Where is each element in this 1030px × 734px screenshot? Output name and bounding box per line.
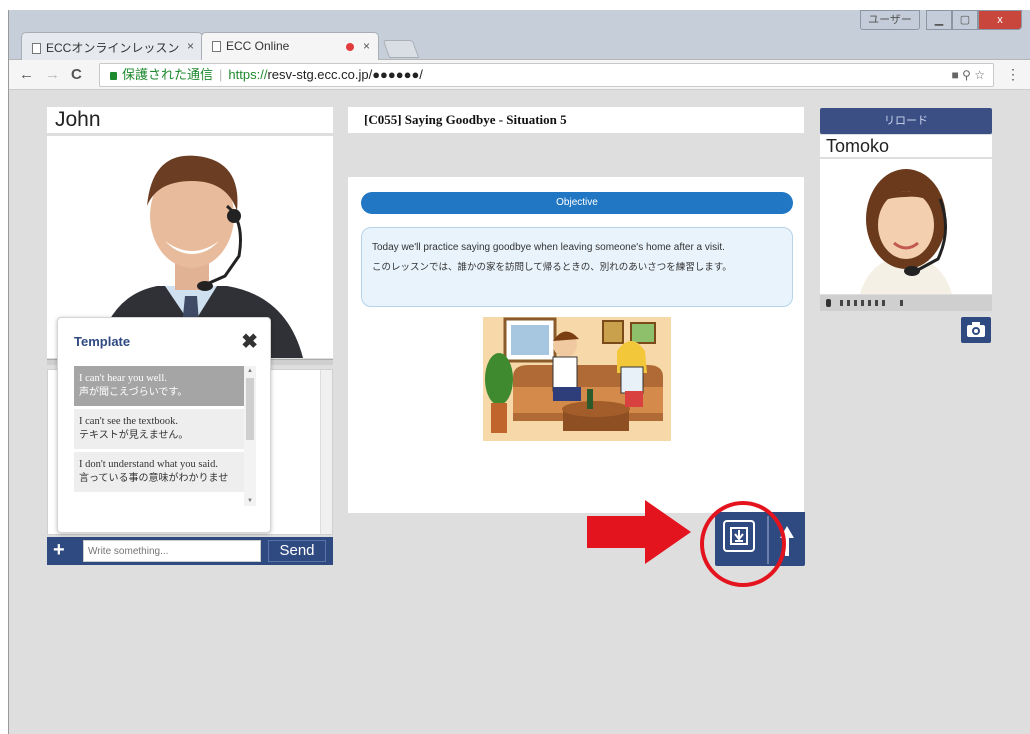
lesson-illustration (483, 317, 671, 441)
reload-button[interactable]: リロード (820, 108, 992, 134)
student-portrait (820, 159, 992, 294)
template-item-jp: 言っている事の意味がわかりませ (79, 473, 229, 484)
template-item[interactable]: I don't understand what you said. 言っている事… (74, 452, 244, 495)
secure-label: 保護された通信 (122, 67, 214, 82)
lesson-panel: Objective Today we'll practice saying go… (348, 177, 804, 513)
reload-icon[interactable]: C (71, 66, 82, 83)
forward-icon[interactable]: → (45, 66, 60, 83)
recording-icon (346, 43, 354, 51)
scroll-down-icon[interactable]: ▼ (247, 498, 253, 504)
template-item-jp: テキストが見えません。 (79, 430, 189, 441)
scroll-up-icon[interactable]: ▲ (247, 368, 253, 374)
tab-title: ECCオンラインレッスン (46, 41, 180, 55)
template-item-en: I can't see the textbook. (79, 416, 178, 427)
lock-icon (110, 72, 117, 80)
highlight-circle-annotation (700, 501, 786, 587)
objective-jp: このレッスンでは、誰かの家を訪問して帰るときの、別れのあいさつを練習します。 (372, 262, 732, 273)
browser-window: ECCオンラインレッスン × ECC Online × ユーザー ▁ ▢ x ←… (8, 10, 1030, 734)
back-icon[interactable]: ← (19, 66, 34, 83)
chat-input[interactable] (83, 540, 261, 562)
tab-title: ECC Online (226, 39, 290, 53)
camera-button[interactable] (961, 317, 991, 343)
student-video (820, 159, 992, 294)
tab-close-icon[interactable]: × (187, 39, 194, 53)
minimize-button[interactable]: ▁ (926, 10, 952, 30)
close-window-button[interactable]: x (978, 10, 1022, 30)
objective-box: Today we'll practice saying goodbye when… (361, 227, 793, 307)
omnibox-icons[interactable]: ■ ⚲ ☆ (952, 64, 985, 86)
template-popup: Template ✖ I can't hear you well. 声が聞こえづ… (57, 317, 271, 533)
objective-header: Objective (361, 192, 793, 214)
living-room-illustration (483, 317, 671, 441)
arrow-right-icon (587, 500, 691, 564)
student-audio-bar (820, 295, 992, 311)
template-scrollbar[interactable]: ▲ ▼ (244, 366, 256, 506)
tab-strip: ECCオンラインレッスン × ECC Online × ユーザー ▁ ▢ x (9, 10, 1030, 61)
address-separator: | (219, 67, 223, 82)
add-template-button[interactable]: + (53, 539, 65, 561)
browser-toolbar: ← → C 保護された通信 | https://resv-stg.ecc.co.jp… (9, 60, 1030, 90)
template-item[interactable]: I can't see the textbook. テキストが見えません。 (74, 409, 244, 452)
window-controls: ユーザー ▁ ▢ x (860, 10, 1022, 30)
address-bar[interactable]: 保護された通信 | https://resv-stg.ecc.co.jp/●●●●●… (99, 63, 994, 87)
chat-bar: + Send (47, 537, 333, 565)
red-arrow-annotation (587, 500, 691, 569)
mic-level-icon (826, 299, 903, 307)
user-button[interactable]: ユーザー (860, 10, 920, 30)
template-item[interactable]: I can't hear you well. 声が聞こえづらいです。 (74, 366, 244, 409)
browser-menu-icon[interactable]: ⋮ (1006, 66, 1020, 83)
template-heading: Template (74, 334, 131, 349)
template-item-jp: 声が聞こえづらいです。 (79, 387, 188, 398)
tab-ecc-lesson[interactable]: ECCオンラインレッスン × (21, 32, 203, 60)
lesson-title: [C055] Saying Goodbye - Situation 5 (348, 107, 804, 133)
page-icon (212, 41, 221, 52)
teacher-name: John (47, 107, 333, 133)
chat-scrollbar[interactable] (320, 370, 332, 534)
page-content: John + Send Templa (9, 91, 1030, 734)
camera-icon (967, 322, 985, 337)
tab-ecc-online[interactable]: ECC Online × (201, 32, 379, 61)
send-button[interactable]: Send (268, 540, 326, 562)
new-tab-button[interactable] (382, 40, 420, 58)
template-item-en: I don't understand what you said. (79, 459, 218, 470)
objective-en: Today we'll practice saying goodbye when… (372, 242, 725, 253)
tab-close-icon[interactable]: × (363, 39, 370, 53)
template-item-en: I can't hear you well. (79, 373, 167, 384)
url-scheme: https:// (228, 67, 268, 82)
maximize-button[interactable]: ▢ (952, 10, 978, 30)
close-icon[interactable]: ✖ (241, 329, 258, 354)
page-icon (32, 43, 41, 54)
url-path: resv-stg.ecc.co.jp/●●●●●●/ (267, 67, 423, 82)
student-name: Tomoko (820, 135, 992, 157)
template-list: I can't hear you well. 声が聞こえづらいです。 I can… (74, 366, 244, 506)
scroll-thumb[interactable] (246, 378, 254, 440)
